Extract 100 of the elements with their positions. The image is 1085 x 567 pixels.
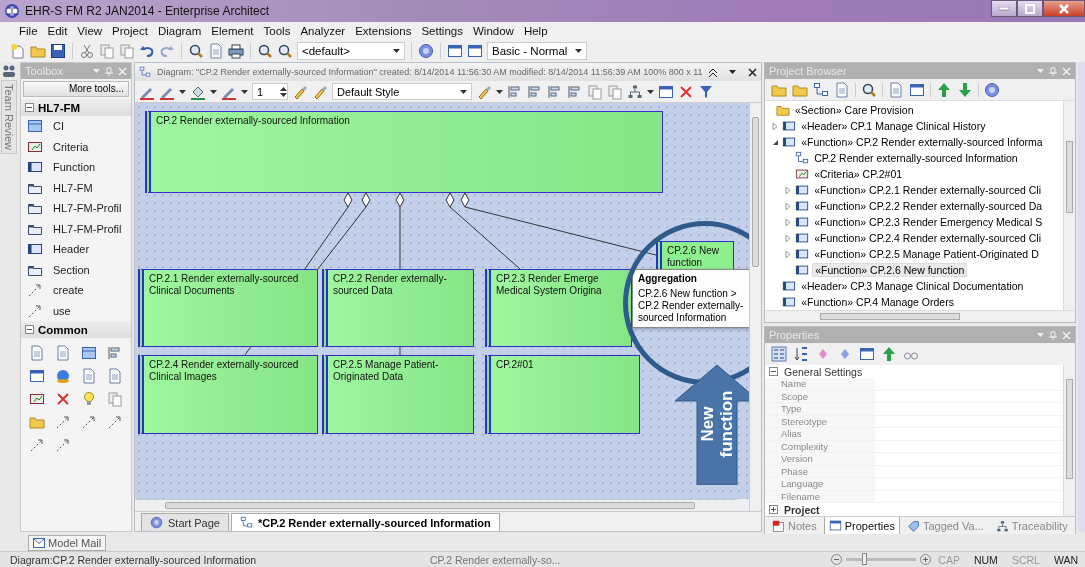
copy-icon[interactable] xyxy=(587,83,603,100)
scrollbar[interactable] xyxy=(749,103,761,511)
minimize-button[interactable] xyxy=(991,0,1017,17)
menu-item[interactable]: Diagram xyxy=(152,25,207,37)
toolbox-item[interactable]: HL7-FM xyxy=(21,177,131,198)
aggregation-connector[interactable] xyxy=(317,192,371,270)
toolbox-item[interactable]: CI xyxy=(21,116,131,137)
new-document-icon[interactable] xyxy=(10,43,26,59)
tree-item[interactable]: «Header» CP.3 Manage Clinical Documentation xyxy=(799,280,1026,292)
collapse-icon[interactable] xyxy=(25,103,34,112)
menu-item[interactable]: Window xyxy=(467,25,519,37)
caret-icon[interactable] xyxy=(647,89,654,94)
template-dropdown[interactable]: <default> xyxy=(297,42,405,60)
side-tab[interactable]: Team Review xyxy=(1,80,17,155)
delete-icon[interactable] xyxy=(678,83,694,100)
menu-item[interactable]: Analyzer xyxy=(295,25,351,37)
diagram-element[interactable]: CP.2.1 Render externally-sourced Clinical Documents xyxy=(138,269,318,347)
toolbox-item[interactable]: HL7-FM-Profil xyxy=(21,198,131,219)
aggregation-connector[interactable] xyxy=(445,192,521,270)
expand-arrow-icon[interactable] xyxy=(784,218,792,226)
toolbox-item[interactable]: Criteria xyxy=(21,136,131,157)
dashed-arrow-icon[interactable] xyxy=(81,414,97,430)
align-icon[interactable] xyxy=(567,83,583,100)
align-icon[interactable] xyxy=(547,83,563,100)
search-icon[interactable] xyxy=(257,43,273,59)
copy-icon[interactable] xyxy=(99,43,115,59)
caret-icon[interactable] xyxy=(496,89,503,94)
window-icon[interactable] xyxy=(467,43,483,59)
diagram-element[interactable]: CP.2#01 xyxy=(485,355,640,434)
diagram-tab[interactable]: *CP.2 Render externally-sourced Information xyxy=(231,513,500,531)
dashed-arrow-icon[interactable] xyxy=(29,437,45,453)
line-width-spinner[interactable]: 1 xyxy=(252,83,288,100)
menu-item[interactable]: Tools xyxy=(258,25,296,37)
tree-item[interactable]: «Function» CP.2.3 Render Emergency Medical S xyxy=(812,216,1045,228)
aggregation-connector[interactable] xyxy=(460,192,657,256)
globe-icon[interactable] xyxy=(55,368,71,384)
search-icon[interactable] xyxy=(188,43,204,59)
align-icon[interactable] xyxy=(527,83,543,100)
diagram-element[interactable]: CP.2.3 Render Emerge Medical System Origina xyxy=(485,269,632,347)
diagram-element[interactable]: CP.2.5 Manage Patient-Originated Data xyxy=(322,355,474,434)
expand-arrow-icon[interactable] xyxy=(771,122,779,130)
close-button[interactable] xyxy=(1043,0,1085,17)
property-group[interactable]: General Settings xyxy=(765,365,1063,378)
copy-icon[interactable] xyxy=(607,83,623,100)
tree-item[interactable]: «Function» CP.4 Manage Orders xyxy=(799,296,956,308)
diagram-element[interactable]: CP.2.4 Render externally-sourced Clinical Images xyxy=(138,355,318,434)
menu-item[interactable]: Settings xyxy=(416,25,468,37)
bulb-icon[interactable] xyxy=(81,391,97,407)
down-arrow-icon[interactable] xyxy=(957,81,973,98)
printer-icon[interactable] xyxy=(228,43,244,59)
window-icon[interactable] xyxy=(447,43,463,59)
zoom-slider-thumb[interactable] xyxy=(861,553,867,565)
toolbox-item[interactable]: Header xyxy=(21,239,131,260)
scrollbar[interactable] xyxy=(135,499,737,511)
tree-item[interactable]: «Function» CP.2.2 Render externally-sourced Da xyxy=(812,200,1045,212)
tree-item[interactable]: «Section» Care Provision xyxy=(793,104,916,116)
align-icon[interactable] xyxy=(107,345,123,361)
panel-controls-icon[interactable] xyxy=(709,67,757,77)
hierarchy-icon[interactable] xyxy=(627,83,643,100)
class-icon[interactable] xyxy=(81,345,97,361)
menu-item[interactable]: Help xyxy=(518,25,553,37)
diagram-icon[interactable] xyxy=(813,81,829,98)
panel-tab[interactable]: Properties xyxy=(823,517,900,535)
criteria-icon[interactable] xyxy=(29,391,45,407)
expand-arrow-icon[interactable] xyxy=(784,234,792,242)
window-icon[interactable] xyxy=(658,83,674,100)
menu-item[interactable]: Extensions xyxy=(350,25,417,37)
menu-item[interactable]: Element xyxy=(206,25,259,37)
help-icon[interactable] xyxy=(418,43,434,59)
toolbox-item[interactable]: Function xyxy=(21,157,131,178)
toolbox-item[interactable]: HL7-FM-Profil xyxy=(21,218,131,239)
property-group[interactable]: Project xyxy=(765,503,1063,516)
style-dropdown[interactable]: Default Style xyxy=(332,83,472,100)
window-icon[interactable] xyxy=(859,346,875,362)
up-arrow-icon[interactable] xyxy=(936,81,952,98)
dashed-arrow-icon[interactable] xyxy=(55,414,71,430)
collapse-arrow-icon[interactable] xyxy=(771,138,779,146)
document-icon[interactable] xyxy=(81,368,97,384)
categorized-icon[interactable] xyxy=(771,346,787,362)
copy-icon[interactable] xyxy=(107,391,123,407)
help-icon[interactable] xyxy=(984,81,1000,98)
expand-icon[interactable] xyxy=(769,505,778,514)
expand-arrow-icon[interactable] xyxy=(784,186,792,194)
brush-icon[interactable] xyxy=(312,83,328,100)
document-icon[interactable] xyxy=(834,81,850,98)
expand-arrow-icon[interactable] xyxy=(784,202,792,210)
search-icon[interactable] xyxy=(277,43,293,59)
dashed-arrow-icon[interactable] xyxy=(107,414,123,430)
tree-item[interactable]: «Header» CP.1 Manage Clinical History xyxy=(799,120,988,132)
brush-icon[interactable] xyxy=(292,83,308,100)
collapse-icon[interactable] xyxy=(769,367,778,376)
scissors-icon[interactable] xyxy=(79,43,95,59)
window-icon[interactable] xyxy=(29,368,45,384)
zoom-in-icon[interactable] xyxy=(920,554,932,565)
search-icon[interactable] xyxy=(861,81,877,98)
delete-icon[interactable] xyxy=(55,391,71,407)
zoom-out-icon[interactable] xyxy=(831,554,843,565)
tree-item[interactable]: «Function» CP.2.6 New function xyxy=(812,263,968,277)
tree-item[interactable]: «Function» CP.2.4 Render externally-sourced Cli xyxy=(812,232,1044,244)
expand-arrow-icon[interactable] xyxy=(784,250,792,258)
